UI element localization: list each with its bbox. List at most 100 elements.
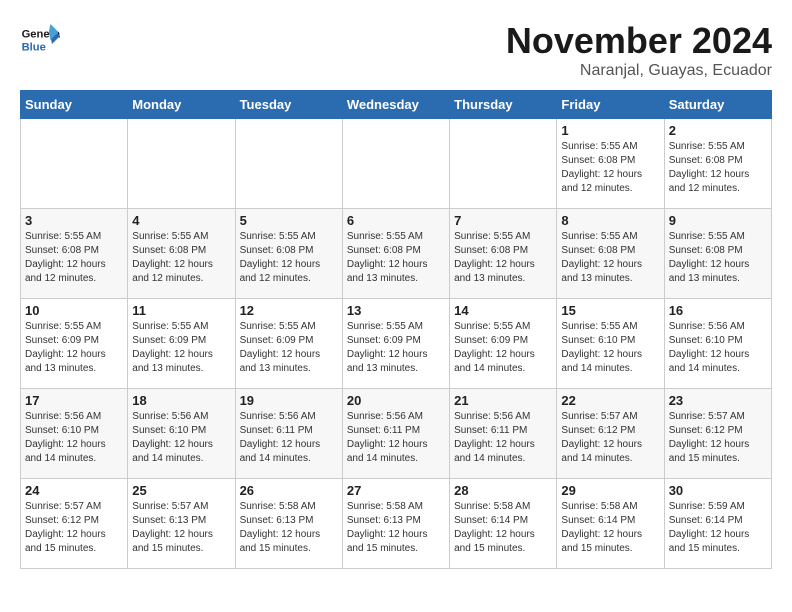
day-info: Sunrise: 5:56 AM Sunset: 6:11 PM Dayligh… (347, 410, 445, 466)
day-info: Sunrise: 5:55 AM Sunset: 6:09 PM Dayligh… (240, 320, 338, 376)
day-number: 18 (132, 393, 230, 408)
day-number: 7 (454, 213, 552, 228)
day-number: 19 (240, 393, 338, 408)
calendar-cell (128, 119, 235, 209)
day-info: Sunrise: 5:56 AM Sunset: 6:11 PM Dayligh… (454, 410, 552, 466)
weekday-header: Monday (128, 91, 235, 119)
calendar-cell: 6Sunrise: 5:55 AM Sunset: 6:08 PM Daylig… (342, 209, 449, 299)
title-area: November 2024 Naranjal, Guayas, Ecuador (506, 20, 772, 80)
day-number: 4 (132, 213, 230, 228)
header: General Blue November 2024 Naranjal, Gua… (20, 20, 772, 80)
day-number: 28 (454, 483, 552, 498)
day-number: 14 (454, 303, 552, 318)
day-info: Sunrise: 5:55 AM Sunset: 6:09 PM Dayligh… (25, 320, 123, 376)
calendar-cell: 26 Sunrise: 5:58 AM Sunset: 6:13 PM Dayli… (235, 479, 342, 569)
day-number: 30 (669, 483, 767, 498)
day-number: 29 (561, 483, 659, 498)
day-number: 5 (240, 213, 338, 228)
calendar-cell: 15Sunrise: 5:55 AM Sunset: 6:10 PM Dayli… (557, 299, 664, 389)
svg-text:Blue: Blue (22, 41, 46, 53)
calendar-cell: 28 Sunrise: 5:58 AM Sunset: 6:14 PM Dayli… (450, 479, 557, 569)
logo: General Blue (20, 20, 60, 60)
calendar: SundayMondayTuesdayWednesdayThursdayFrid… (20, 90, 772, 569)
calendar-cell (235, 119, 342, 209)
month-title: November 2024 (506, 20, 772, 62)
calendar-cell (21, 119, 128, 209)
day-info: Sunrise: 5:55 AM Sunset: 6:08 PM Dayligh… (669, 230, 767, 286)
day-info: Sunrise: 5:58 AM Sunset: 6:13 PM Dayligh… (240, 500, 338, 556)
day-number: 11 (132, 303, 230, 318)
day-info: Sunrise: 5:58 AM Sunset: 6:13 PM Dayligh… (347, 500, 445, 556)
day-info: Sunrise: 5:55 AM Sunset: 6:08 PM Dayligh… (240, 230, 338, 286)
day-info: Sunrise: 5:58 AM Sunset: 6:14 PM Dayligh… (454, 500, 552, 556)
weekday-header: Sunday (21, 91, 128, 119)
day-info: Sunrise: 5:57 AM Sunset: 6:12 PM Dayligh… (25, 500, 123, 556)
day-info: Sunrise: 5:55 AM Sunset: 6:08 PM Dayligh… (132, 230, 230, 286)
day-info: Sunrise: 5:55 AM Sunset: 6:08 PM Dayligh… (669, 140, 767, 196)
day-number: 27 (347, 483, 445, 498)
day-number: 26 (240, 483, 338, 498)
day-number: 9 (669, 213, 767, 228)
calendar-cell: 22 Sunrise: 5:57 AM Sunset: 6:12 PM Dayli… (557, 389, 664, 479)
day-info: Sunrise: 5:56 AM Sunset: 6:10 PM Dayligh… (669, 320, 767, 376)
location-title: Naranjal, Guayas, Ecuador (506, 62, 772, 80)
calendar-cell: 23 Sunrise: 5:57 AM Sunset: 6:12 PM Dayli… (664, 389, 771, 479)
calendar-cell: 29 Sunrise: 5:58 AM Sunset: 6:14 PM Dayli… (557, 479, 664, 569)
day-number: 17 (25, 393, 123, 408)
weekday-header: Saturday (664, 91, 771, 119)
calendar-cell: 13 Sunrise: 5:55 AM Sunset: 6:09 PM Dayli… (342, 299, 449, 389)
day-number: 21 (454, 393, 552, 408)
day-info: Sunrise: 5:58 AM Sunset: 6:14 PM Dayligh… (561, 500, 659, 556)
day-info: Sunrise: 5:57 AM Sunset: 6:12 PM Dayligh… (669, 410, 767, 466)
day-number: 10 (25, 303, 123, 318)
day-info: Sunrise: 5:57 AM Sunset: 6:12 PM Dayligh… (561, 410, 659, 466)
calendar-cell: 21 Sunrise: 5:56 AM Sunset: 6:11 PM Dayli… (450, 389, 557, 479)
day-number: 1 (561, 123, 659, 138)
day-number: 25 (132, 483, 230, 498)
day-info: Sunrise: 5:55 AM Sunset: 6:08 PM Dayligh… (454, 230, 552, 286)
day-info: Sunrise: 5:55 AM Sunset: 6:09 PM Dayligh… (347, 320, 445, 376)
day-number: 22 (561, 393, 659, 408)
day-info: Sunrise: 5:55 AM Sunset: 6:08 PM Dayligh… (561, 140, 659, 196)
weekday-header: Wednesday (342, 91, 449, 119)
day-info: Sunrise: 5:55 AM Sunset: 6:09 PM Dayligh… (132, 320, 230, 376)
day-info: Sunrise: 5:57 AM Sunset: 6:13 PM Dayligh… (132, 500, 230, 556)
calendar-cell: 10 Sunrise: 5:55 AM Sunset: 6:09 PM Dayli… (21, 299, 128, 389)
day-number: 23 (669, 393, 767, 408)
calendar-cell: 14 Sunrise: 5:55 AM Sunset: 6:09 PM Dayli… (450, 299, 557, 389)
calendar-cell: 4 Sunrise: 5:55 AM Sunset: 6:08 PM Daylig… (128, 209, 235, 299)
day-info: Sunrise: 5:55 AM Sunset: 6:08 PM Dayligh… (347, 230, 445, 286)
calendar-cell: 9 Sunrise: 5:55 AM Sunset: 6:08 PM Daylig… (664, 209, 771, 299)
calendar-cell: 3 Sunrise: 5:55 AM Sunset: 6:08 PM Daylig… (21, 209, 128, 299)
weekday-header: Tuesday (235, 91, 342, 119)
calendar-cell: 7 Sunrise: 5:55 AM Sunset: 6:08 PM Daylig… (450, 209, 557, 299)
day-number: 12 (240, 303, 338, 318)
day-number: 3 (25, 213, 123, 228)
calendar-week-row: 1 Sunrise: 5:55 AM Sunset: 6:08 PM Daylig… (21, 119, 772, 209)
calendar-week-row: 10 Sunrise: 5:55 AM Sunset: 6:09 PM Dayli… (21, 299, 772, 389)
calendar-cell: 8 Sunrise: 5:55 AM Sunset: 6:08 PM Daylig… (557, 209, 664, 299)
calendar-cell: 5 Sunrise: 5:55 AM Sunset: 6:08 PM Daylig… (235, 209, 342, 299)
calendar-cell: 25 Sunrise: 5:57 AM Sunset: 6:13 PM Dayli… (128, 479, 235, 569)
day-number: 8 (561, 213, 659, 228)
day-info: Sunrise: 5:56 AM Sunset: 6:10 PM Dayligh… (25, 410, 123, 466)
calendar-cell: 19Sunrise: 5:56 AM Sunset: 6:11 PM Dayli… (235, 389, 342, 479)
day-number: 16 (669, 303, 767, 318)
weekday-header: Thursday (450, 91, 557, 119)
calendar-cell: 16 Sunrise: 5:56 AM Sunset: 6:10 PM Dayli… (664, 299, 771, 389)
calendar-cell: 24 Sunrise: 5:57 AM Sunset: 6:12 PM Dayli… (21, 479, 128, 569)
day-info: Sunrise: 5:55 AM Sunset: 6:09 PM Dayligh… (454, 320, 552, 376)
weekday-header-row: SundayMondayTuesdayWednesdayThursdayFrid… (21, 91, 772, 119)
calendar-cell: 1 Sunrise: 5:55 AM Sunset: 6:08 PM Daylig… (557, 119, 664, 209)
day-info: Sunrise: 5:56 AM Sunset: 6:10 PM Dayligh… (132, 410, 230, 466)
calendar-cell: 30Sunrise: 5:59 AM Sunset: 6:14 PM Dayli… (664, 479, 771, 569)
calendar-week-row: 3 Sunrise: 5:55 AM Sunset: 6:08 PM Daylig… (21, 209, 772, 299)
day-info: Sunrise: 5:55 AM Sunset: 6:08 PM Dayligh… (561, 230, 659, 286)
day-number: 24 (25, 483, 123, 498)
calendar-cell (450, 119, 557, 209)
calendar-week-row: 17 Sunrise: 5:56 AM Sunset: 6:10 PM Dayli… (21, 389, 772, 479)
day-info: Sunrise: 5:55 AM Sunset: 6:08 PM Dayligh… (25, 230, 123, 286)
weekday-header: Friday (557, 91, 664, 119)
day-number: 2 (669, 123, 767, 138)
day-number: 13 (347, 303, 445, 318)
